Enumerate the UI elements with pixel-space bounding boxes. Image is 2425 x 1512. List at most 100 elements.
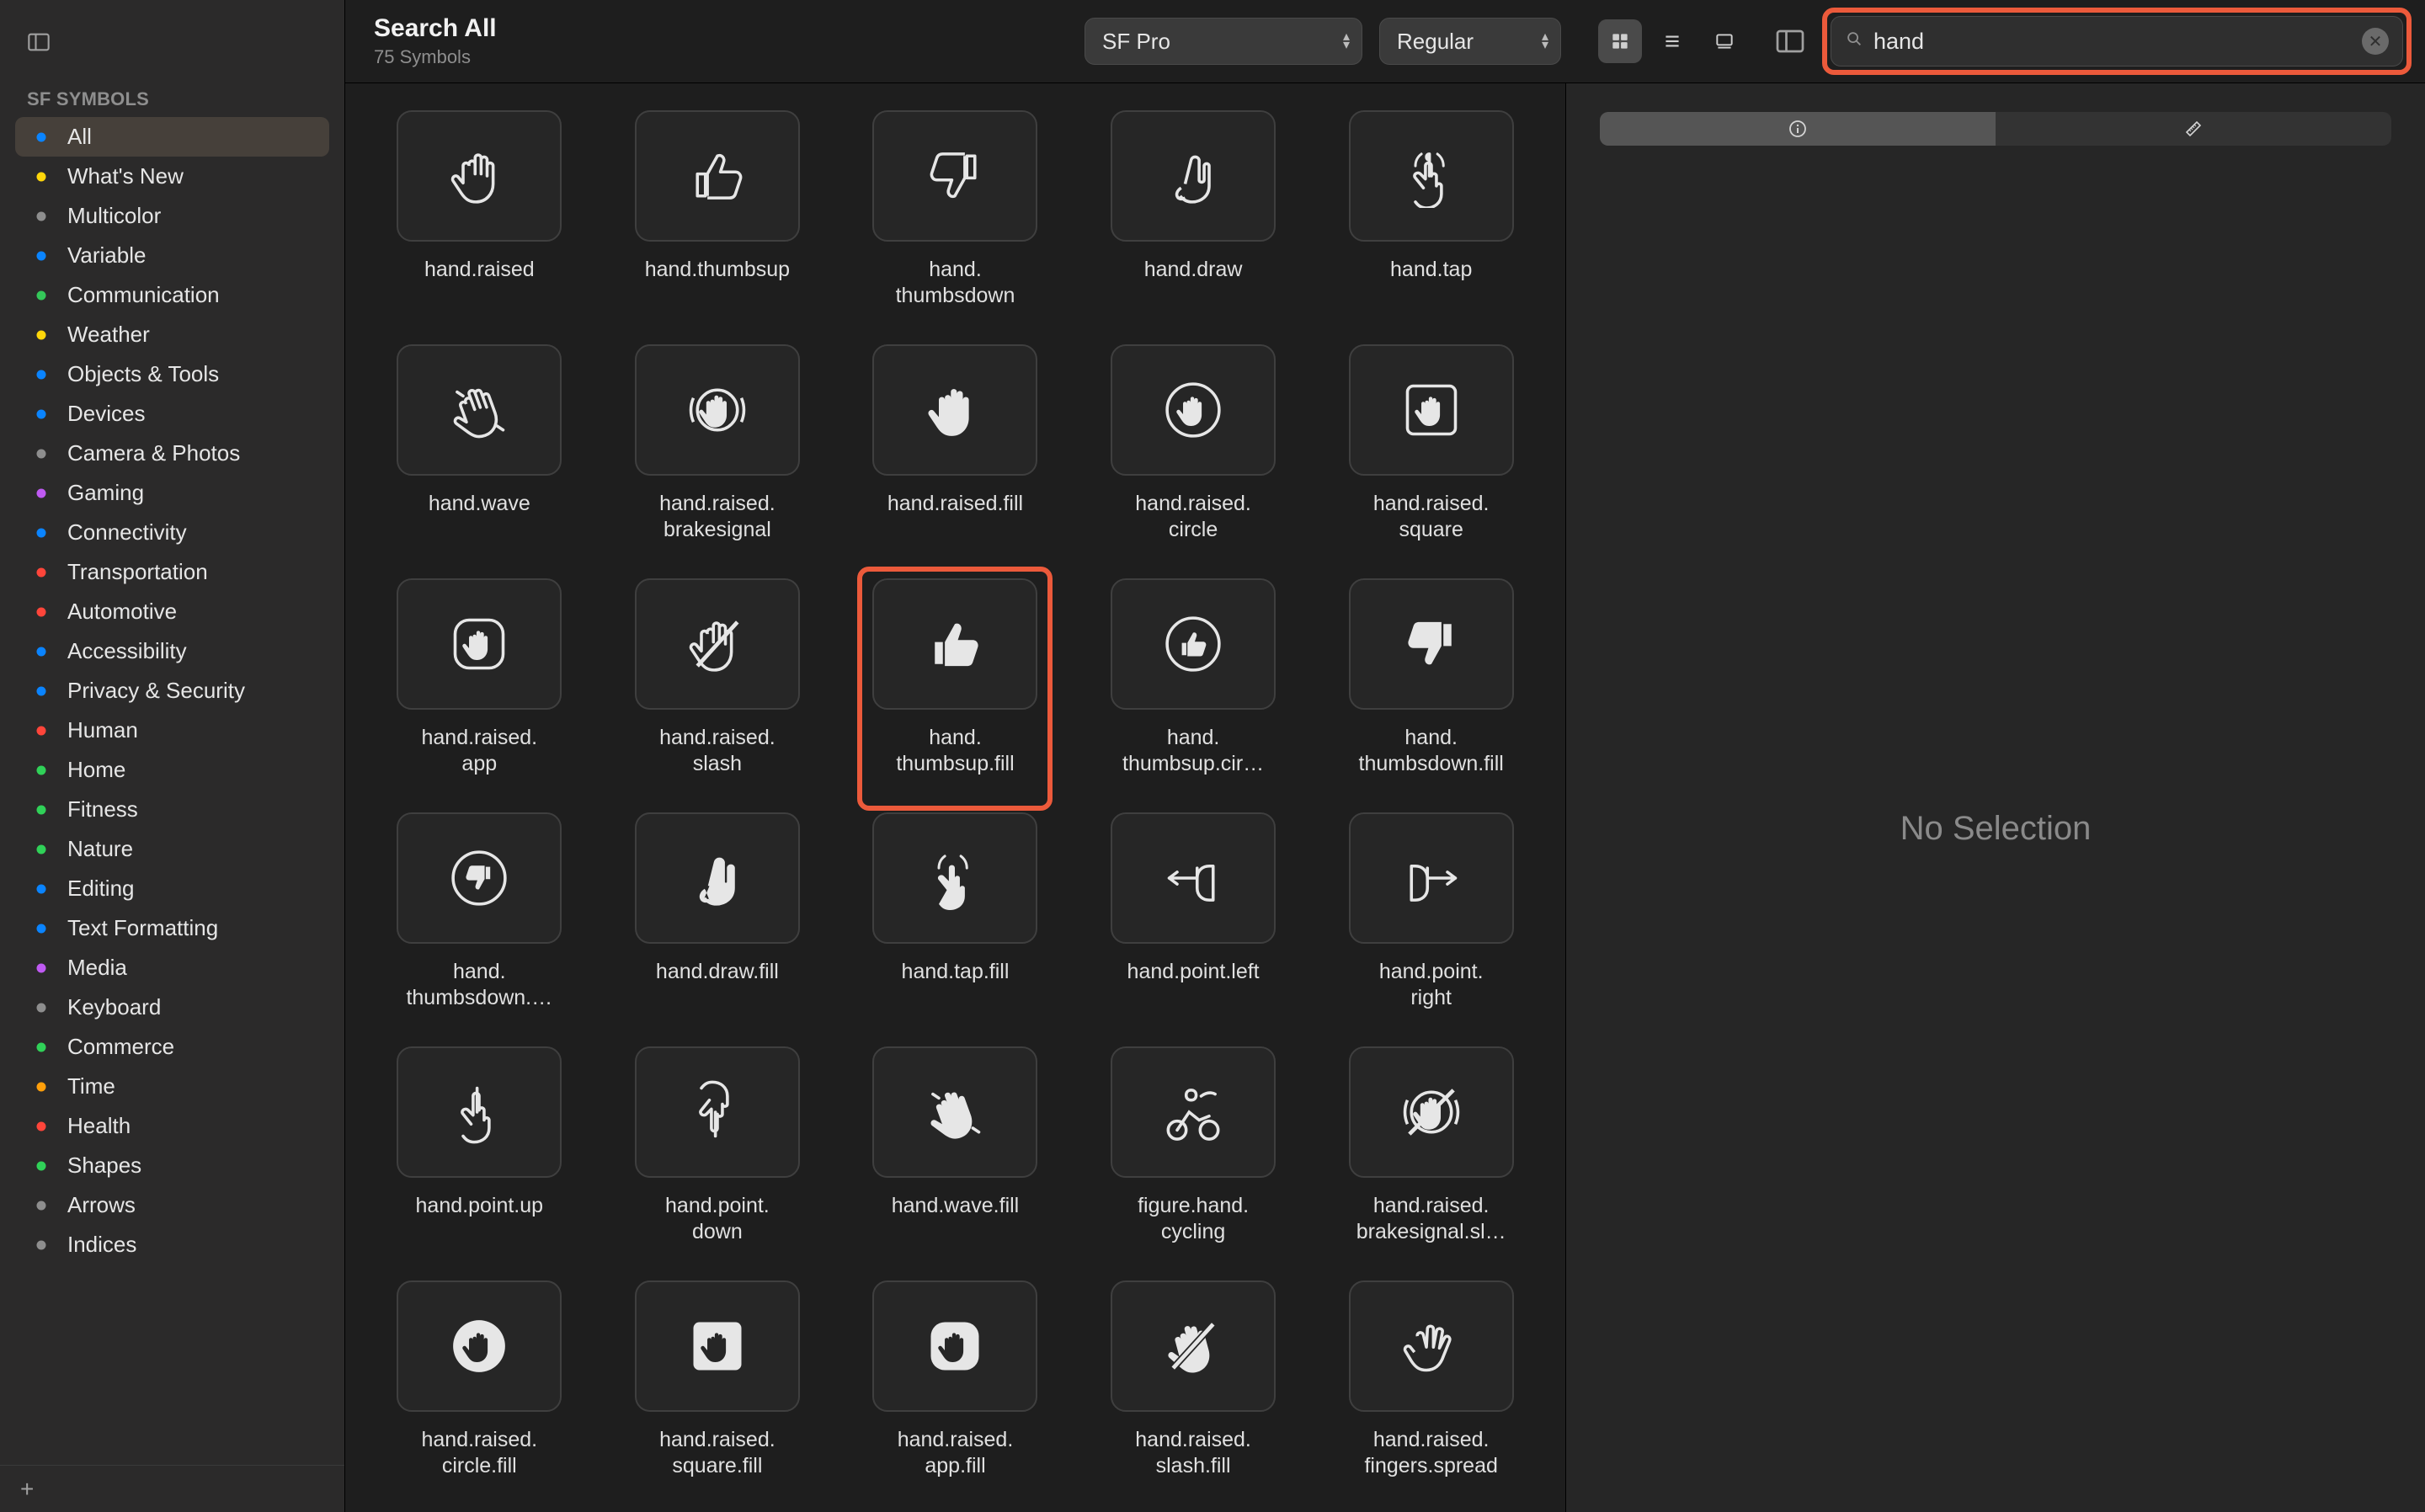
sidebar-item-editing[interactable]: Editing xyxy=(15,869,329,908)
symbol-tile xyxy=(1349,110,1514,242)
view-list-button[interactable] xyxy=(1650,19,1694,63)
symbol-thumbsdown_fill[interactable]: hand.thumbsdown.fill xyxy=(1330,578,1532,779)
sidebar-item-label: Arrows xyxy=(67,1192,136,1218)
symbol-label: hand.draw.fill xyxy=(656,959,779,1013)
view-grid-button[interactable] xyxy=(1598,19,1642,63)
page-title: Search All xyxy=(374,14,497,43)
symbol-raised_square_fill[interactable]: hand.raised.square.fill xyxy=(617,1280,818,1481)
sidebar-item-media[interactable]: Media xyxy=(15,948,329,988)
sidebar-item-label: Human xyxy=(67,717,138,743)
symbol-point_left[interactable]: hand.point.left xyxy=(1093,812,1294,1013)
sidebar-item-what-s-new[interactable]: What's New xyxy=(15,157,329,196)
sidebar-item-text-formatting[interactable]: Text Formatting xyxy=(15,908,329,948)
inspector-tab-ruler[interactable] xyxy=(1996,112,2391,146)
symbol-tap[interactable]: hand.tap xyxy=(1330,110,1532,311)
symbol-glyph-icon xyxy=(923,378,987,442)
symbol-tap_fill[interactable]: hand.tap.fill xyxy=(855,812,1056,1013)
symbol-draw[interactable]: hand.draw xyxy=(1093,110,1294,311)
sidebar-item-indices[interactable]: Indices xyxy=(15,1225,329,1264)
symbol-raised_app_fill[interactable]: hand.raised.app.fill xyxy=(855,1280,1056,1481)
sidebar-item-devices[interactable]: Devices xyxy=(15,394,329,434)
sidebar-item-keyboard[interactable]: Keyboard xyxy=(15,988,329,1027)
symbol-tile xyxy=(1111,110,1276,242)
sidebar-item-label: Health xyxy=(67,1113,131,1139)
symbol-thumbsdown_circle[interactable]: hand.thumbsdown.… xyxy=(379,812,580,1013)
sidebar-item-health[interactable]: Health xyxy=(15,1106,329,1146)
add-collection-button[interactable]: + xyxy=(20,1476,34,1503)
symbols-grid-pane[interactable]: hand.raisedhand.thumbsuphand.thumbsdownh… xyxy=(345,83,1566,1512)
symbol-raised_circle_fill[interactable]: hand.raised.circle.fill xyxy=(379,1280,580,1481)
sidebar-item-automotive[interactable]: Automotive xyxy=(15,592,329,631)
clear-search-button[interactable]: ✕ xyxy=(2362,28,2389,55)
symbol-wave[interactable]: hand.wave xyxy=(379,344,580,545)
sidebar-item-commerce[interactable]: Commerce xyxy=(15,1027,329,1067)
category-icon xyxy=(29,246,54,266)
sidebar-item-label: Automotive xyxy=(67,599,177,625)
symbol-label: hand.point.left xyxy=(1127,959,1260,1013)
sidebar-item-nature[interactable]: Nature xyxy=(15,829,329,869)
symbol-label: hand.raised.square.fill xyxy=(659,1427,775,1481)
sidebar-item-gaming[interactable]: Gaming xyxy=(15,473,329,513)
symbol-tile xyxy=(1111,1280,1276,1412)
symbol-point_up[interactable]: hand.point.up xyxy=(379,1046,580,1247)
toggle-sidebar-icon[interactable] xyxy=(24,30,54,54)
sidebar-item-label: Media xyxy=(67,955,127,981)
symbol-raised_circle[interactable]: hand.raised.circle xyxy=(1093,344,1294,545)
symbol-label: hand.raised.slash xyxy=(659,725,775,779)
symbol-thumbsup_circle[interactable]: hand.thumbsup.cir… xyxy=(1093,578,1294,779)
sidebar-item-label: Commerce xyxy=(67,1034,174,1060)
symbol-label: hand.raised.fill xyxy=(887,491,1023,545)
sidebar-item-transportation[interactable]: Transportation xyxy=(15,552,329,592)
sidebar-item-accessibility[interactable]: Accessibility xyxy=(15,631,329,671)
symbol-glyph-icon xyxy=(685,144,749,208)
sidebar-item-variable[interactable]: Variable xyxy=(15,236,329,275)
search-field[interactable]: ✕ xyxy=(1831,16,2403,67)
sidebar-item-connectivity[interactable]: Connectivity xyxy=(15,513,329,552)
sidebar-item-label: Multicolor xyxy=(67,203,161,229)
symbol-raised_app[interactable]: hand.raised.app xyxy=(379,578,580,779)
sidebar-item-fitness[interactable]: Fitness xyxy=(15,790,329,829)
symbol-raised_fill[interactable]: hand.raised.fill xyxy=(855,344,1056,545)
symbol-thumbsdown[interactable]: hand.thumbsdown xyxy=(855,110,1056,311)
inspector-tab-info[interactable] xyxy=(1600,112,1996,146)
category-icon xyxy=(29,444,54,464)
symbol-brakesignal_slash[interactable]: hand.raised.brakesignal.sl… xyxy=(1330,1046,1532,1247)
symbol-glyph-icon xyxy=(685,846,749,910)
font-select[interactable]: SF Pro ▴▾ xyxy=(1085,18,1362,65)
weight-select[interactable]: Regular ▴▾ xyxy=(1379,18,1561,65)
symbol-cycling[interactable]: figure.hand.cycling xyxy=(1093,1046,1294,1247)
symbol-glyph-icon xyxy=(447,612,511,676)
symbol-thumbsup[interactable]: hand.thumbsup xyxy=(617,110,818,311)
sidebar-item-multicolor[interactable]: Multicolor xyxy=(15,196,329,236)
symbol-wave_fill[interactable]: hand.wave.fill xyxy=(855,1046,1056,1247)
sidebar-item-objects-tools[interactable]: Objects & Tools xyxy=(15,354,329,394)
view-gallery-button[interactable] xyxy=(1703,19,1746,63)
category-icon xyxy=(29,404,54,424)
sidebar-item-arrows[interactable]: Arrows xyxy=(15,1185,329,1225)
sidebar-item-privacy-security[interactable]: Privacy & Security xyxy=(15,671,329,711)
sidebar-item-home[interactable]: Home xyxy=(15,750,329,790)
symbol-raised_slash_fill[interactable]: hand.raised.slash.fill xyxy=(1093,1280,1294,1481)
sidebar-item-label: Fitness xyxy=(67,796,138,823)
symbol-draw_fill[interactable]: hand.draw.fill xyxy=(617,812,818,1013)
symbol-raised_square[interactable]: hand.raised.square xyxy=(1330,344,1532,545)
toggle-inspector-icon[interactable] xyxy=(1772,26,1809,56)
symbol-tile xyxy=(635,578,800,710)
sidebar-item-communication[interactable]: Communication xyxy=(15,275,329,315)
sidebar-item-human[interactable]: Human xyxy=(15,711,329,750)
sidebar-item-camera-photos[interactable]: Camera & Photos xyxy=(15,434,329,473)
search-input[interactable] xyxy=(1873,29,2362,55)
symbol-raised_slash[interactable]: hand.raised.slash xyxy=(617,578,818,779)
symbol-fingers_spread[interactable]: hand.raised.fingers.spread xyxy=(1330,1280,1532,1481)
symbol-brakesignal[interactable]: hand.raised.brakesignal xyxy=(617,344,818,545)
symbol-label: hand.thumbsdown.… xyxy=(406,959,552,1013)
sidebar-item-all[interactable]: All xyxy=(15,117,329,157)
symbol-thumbsup_fill[interactable]: hand.thumbsup.fill xyxy=(855,578,1056,779)
symbol-point_right[interactable]: hand.point.right xyxy=(1330,812,1532,1013)
sidebar-item-time[interactable]: Time xyxy=(15,1067,329,1106)
sidebar-item-shapes[interactable]: Shapes xyxy=(15,1146,329,1185)
category-icon xyxy=(29,523,54,543)
sidebar-item-weather[interactable]: Weather xyxy=(15,315,329,354)
symbol-raised[interactable]: hand.raised xyxy=(379,110,580,311)
symbol-point_down[interactable]: hand.point.down xyxy=(617,1046,818,1247)
